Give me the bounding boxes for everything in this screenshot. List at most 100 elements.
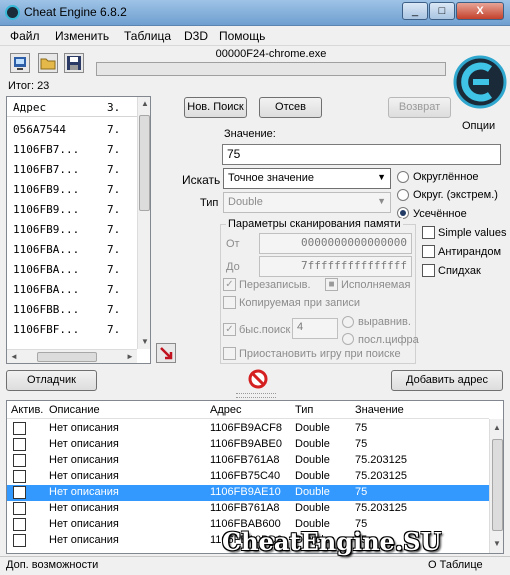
found-list-row[interactable]: 1106FB7... 7.: [7, 139, 137, 159]
menu-d3d[interactable]: D3D: [184, 29, 208, 43]
active-checkbox[interactable]: [13, 438, 26, 451]
add-selected-to-list-icon[interactable]: [156, 343, 176, 363]
found-list-row[interactable]: 056A7544 7.: [7, 119, 137, 139]
found-list-row[interactable]: 1106FBA... 7.: [7, 239, 137, 259]
start-address-input[interactable]: 0000000000000000: [259, 233, 412, 254]
scroll-left-icon[interactable]: ◄: [7, 350, 21, 363]
simple-values-checkbox[interactable]: [422, 226, 435, 239]
found-list-vscroll[interactable]: ▲ ▼: [137, 97, 150, 349]
open-folder-icon[interactable]: [38, 53, 58, 73]
speedhack-checkbox[interactable]: [422, 264, 435, 277]
active-checkbox[interactable]: [13, 422, 26, 435]
table-extras-link[interactable]: О Таблице: [428, 559, 483, 571]
memory-view-button[interactable]: Отладчик: [6, 370, 97, 391]
found-list-hscroll[interactable]: ◄ ►: [7, 349, 137, 363]
rounded-extreme-radio[interactable]: [397, 189, 409, 201]
scroll-up-icon[interactable]: ▲: [138, 97, 150, 111]
copy-on-write-checkbox[interactable]: [223, 296, 236, 309]
scan-type-select[interactable]: Точное значение ▼: [223, 168, 391, 189]
row-type: Double: [295, 454, 330, 466]
cheat-table-row[interactable]: Нет описания 1106FB9ABE0 Double 75: [7, 437, 489, 453]
cheat-table-row[interactable]: Нет описания 1106FB761A8 Double 75.203125: [7, 501, 489, 517]
advanced-options-link[interactable]: Доп. возможности: [6, 559, 98, 571]
column-address[interactable]: Адрес: [210, 404, 242, 416]
fast-scan-checkbox[interactable]: ✓: [223, 323, 236, 336]
truncated-label: Усечённое: [413, 208, 467, 220]
rounded-radio[interactable]: [397, 171, 409, 183]
value-input[interactable]: 75: [222, 144, 501, 165]
column-value[interactable]: З.: [107, 101, 120, 114]
column-description[interactable]: Описание: [49, 404, 100, 416]
fast-scan-value-input[interactable]: 4: [292, 318, 338, 339]
alignment-radio[interactable]: [342, 316, 354, 328]
close-button[interactable]: X: [456, 2, 504, 20]
pause-game-checkbox[interactable]: [223, 347, 236, 360]
memory-scan-options-title: Параметры сканирования памяти: [226, 218, 403, 230]
scroll-right-icon[interactable]: ►: [123, 350, 137, 363]
cheat-table-row[interactable]: Нет описания 1106FB761A8 Double 75.203125: [7, 453, 489, 469]
menu-help[interactable]: Помощь: [219, 29, 265, 43]
row-description: Нет описания: [49, 438, 119, 450]
menu-edit[interactable]: Изменить: [55, 29, 109, 43]
column-type[interactable]: Тип: [295, 404, 313, 416]
active-checkbox[interactable]: [13, 518, 26, 531]
cheat-table-row[interactable]: Нет описания 1106FB9AE10 Double 75: [7, 485, 489, 501]
menu-table[interactable]: Таблица: [124, 29, 171, 43]
scroll-up-icon[interactable]: ▲: [490, 421, 503, 435]
scroll-thumb[interactable]: [492, 439, 503, 531]
column-active[interactable]: Актив.: [11, 404, 43, 416]
found-list-row[interactable]: 1106FB7... 7.: [7, 159, 137, 179]
row-description: Нет описания: [49, 422, 119, 434]
process-name: 00000F24-chrome.exe: [215, 48, 327, 60]
active-checkbox[interactable]: [13, 454, 26, 467]
hscroll-thumb[interactable]: [37, 352, 97, 362]
found-value: 7.: [107, 243, 121, 256]
found-list-row[interactable]: 1106FBA... 7.: [7, 259, 137, 279]
active-checkbox[interactable]: [13, 486, 26, 499]
undo-scan-button[interactable]: Возврат: [388, 97, 451, 118]
new-scan-button[interactable]: Нов. Поиск: [184, 97, 247, 118]
writable-label: Перезаписыв.: [239, 279, 311, 291]
options-label[interactable]: Опции: [462, 120, 495, 132]
maximize-button[interactable]: □: [429, 2, 455, 20]
scroll-thumb[interactable]: [139, 115, 150, 211]
minimize-button[interactable]: _: [402, 2, 428, 20]
rounded-label: Округлённое: [413, 171, 479, 183]
row-description: Нет описания: [49, 534, 119, 546]
found-address-list[interactable]: Адрес З. 056A7544 7. 1106FB7... 7. 1106FB7..…: [6, 96, 151, 364]
active-checkbox[interactable]: [13, 534, 26, 547]
active-checkbox[interactable]: [13, 470, 26, 483]
cheat-table-row[interactable]: Нет описания 1106FB9ACF8 Double 75: [7, 421, 489, 437]
cheat-table-row[interactable]: Нет описания 1106FB75C40 Double 75.203125: [7, 469, 489, 485]
value-type-select[interactable]: Double ▼: [223, 192, 391, 213]
chevron-down-icon: ▼: [377, 172, 386, 182]
writable-checkbox[interactable]: ✓: [223, 278, 236, 291]
stop-address-input[interactable]: 7fffffffffffffff: [259, 256, 412, 277]
no-entry-icon[interactable]: [248, 369, 268, 389]
column-value[interactable]: Значение: [355, 404, 404, 416]
column-address[interactable]: Адрес: [13, 101, 46, 114]
active-checkbox[interactable]: [13, 502, 26, 515]
scroll-down-icon[interactable]: ▼: [490, 537, 503, 551]
next-scan-button[interactable]: Отсев: [259, 97, 322, 118]
row-address: 1106FB9ABE0: [210, 438, 282, 450]
found-list-row[interactable]: 1106FB9... 7.: [7, 179, 137, 199]
cheat-engine-logo[interactable]: [453, 55, 507, 115]
antirandom-checkbox[interactable]: [422, 245, 435, 258]
add-address-manually-button[interactable]: Добавить адрес: [391, 370, 503, 391]
cheat-table-vscroll[interactable]: ▲ ▼: [489, 419, 503, 553]
found-list-row[interactable]: 1106FBB... 7.: [7, 299, 137, 319]
scroll-down-icon[interactable]: ▼: [138, 335, 150, 349]
last-digits-radio[interactable]: [342, 333, 354, 345]
found-list-row[interactable]: 1106FB9... 7.: [7, 199, 137, 219]
found-list-row[interactable]: 1106FB9... 7.: [7, 219, 137, 239]
to-label: До: [226, 261, 240, 273]
found-address: 1106FB9...: [13, 183, 80, 196]
open-process-icon[interactable]: [10, 53, 30, 73]
splitter-handle[interactable]: [236, 393, 276, 398]
save-icon[interactable]: [64, 53, 84, 73]
found-list-row[interactable]: 1106FBA... 7.: [7, 279, 137, 299]
menu-file[interactable]: Файл: [10, 29, 40, 43]
found-list-row[interactable]: 1106FBF... 7.: [7, 319, 137, 339]
executable-checkbox[interactable]: ■: [325, 278, 338, 291]
